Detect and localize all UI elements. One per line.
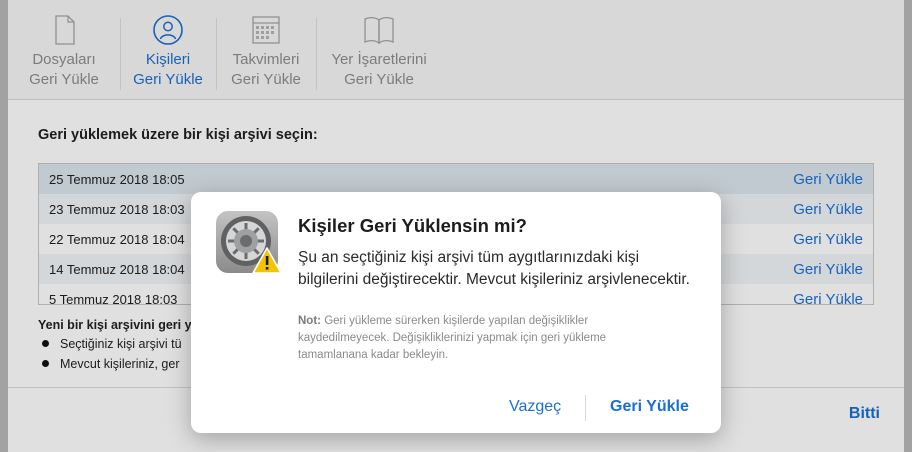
system-preferences-warning-icon xyxy=(216,211,281,274)
dialog-message: Şu an seçtiğiniz kişi arşivi tüm aygıtla… xyxy=(298,249,690,288)
dialog-note: Not: Geri yükleme sürerken kişilerde yap… xyxy=(298,313,678,364)
cancel-button[interactable]: Vazgeç xyxy=(509,398,561,416)
note-label: Not: xyxy=(298,315,321,327)
note-text: Geri yükleme sürerken kişilerde yapılan … xyxy=(298,315,607,361)
button-divider xyxy=(585,395,586,421)
confirm-restore-button[interactable]: Geri Yükle xyxy=(610,398,689,416)
dialog-title: Kişiler Geri Yüklensin mi? xyxy=(298,215,527,236)
restore-contacts-dialog: Kişiler Geri Yüklensin mi? Şu an seçtiği… xyxy=(191,192,721,433)
